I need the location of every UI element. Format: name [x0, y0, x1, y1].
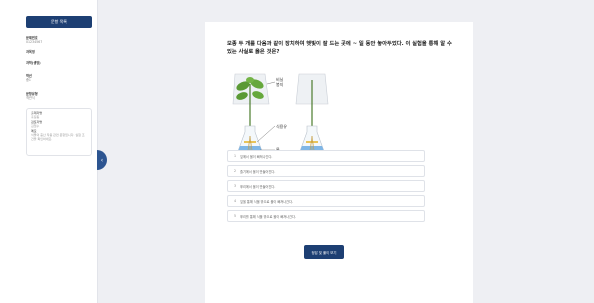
info-memo: 메모 식물의 증산 작용 관련 문항입니다. 실험 조건을 확인하세요. [31, 130, 87, 141]
field-question-type: 문항유형 객관식 [26, 92, 38, 100]
info-value: 홍길동 [31, 114, 40, 119]
option-number: 5 [234, 214, 237, 218]
option-number: 4 [234, 199, 237, 203]
answer-option-4[interactable]: 4 잎을 통해 식물 밖으로 물이 빠져나간다. [227, 195, 425, 207]
field-label: 과학(생명) [26, 61, 41, 65]
question-panel: 모종 두 개를 다음과 같이 장치하여 햇빛이 잘 드는 곳에 ~ 일 동안 놓… [205, 22, 473, 303]
question-list-button[interactable]: 문항 목록 [26, 16, 92, 28]
sidebar: 문항 목록 문제번호 01234567 과목명 과학(생명) 학년 중1 문항유… [0, 0, 98, 303]
option-number: 3 [234, 184, 237, 188]
option-text: 뿌리에서 물이 만들어진다. [240, 184, 276, 189]
field-value: 중1 [26, 78, 31, 82]
field-subject: 과목명 [26, 50, 35, 54]
plant-with-bag-illustration [232, 73, 270, 158]
option-text: 뿌리를 통해 식물 밖으로 물이 빠져나간다. [240, 214, 296, 219]
option-number: 2 [234, 169, 237, 173]
answer-options: 1 잎에서 물이 빠져나간다. 2 줄기에서 물이 만들어진다. 3 뿌리에서 … [227, 150, 425, 225]
option-text: 잎에서 물이 빠져나간다. [240, 154, 273, 159]
experiment-figure: 비닐 봉지 식용유 물 [232, 73, 329, 158]
info-reviewer: 검토자명 김철수 [31, 121, 87, 128]
sidebar-collapse-button[interactable]: ‹ [97, 150, 107, 170]
answer-option-1[interactable]: 1 잎에서 물이 빠져나간다. [227, 150, 425, 162]
info-value: 식물의 증산 작용 관련 문항입니다. 실험 조건을 확인하세요. [31, 132, 85, 141]
option-text: 줄기에서 물이 만들어진다. [240, 169, 276, 174]
stem-without-leaves-illustration [295, 73, 329, 158]
field-label: 과목명 [26, 50, 35, 54]
answer-option-5[interactable]: 5 뿌리를 통해 식물 밖으로 물이 빠져나간다. [227, 210, 425, 222]
info-card: 출제자명 홍길동 검토자명 김철수 메모 식물의 증산 작용 관련 문항입니다.… [26, 108, 92, 156]
option-number: 1 [234, 154, 237, 158]
info-author: 출제자명 홍길동 [31, 111, 87, 119]
answer-option-2[interactable]: 2 줄기에서 물이 만들어진다. [227, 165, 425, 177]
chevron-left-icon: ‹ [100, 156, 104, 164]
field-value: 01234567 [26, 40, 43, 44]
question-title: 모종 두 개를 다음과 같이 장치하여 햇빛이 잘 드는 곳에 ~ 일 동안 놓… [227, 41, 452, 56]
field-question-number: 문제번호 01234567 [26, 36, 42, 44]
label-oil: 식용유 [276, 123, 287, 129]
label-plastic-bag-line2: 봉지 [276, 81, 284, 87]
show-answer-button[interactable]: 정답 및 풀이 보기 [304, 245, 344, 259]
option-text: 잎을 통해 식물 밖으로 물이 빠져나간다. [240, 199, 294, 204]
field-subject-value: 과학(생명) [26, 61, 41, 65]
field-grade: 학년 중1 [26, 74, 32, 82]
answer-option-3[interactable]: 3 뿌리에서 물이 만들어진다. [227, 180, 425, 192]
info-value: 김철수 [31, 123, 40, 128]
field-value: 객관식 [26, 96, 35, 100]
